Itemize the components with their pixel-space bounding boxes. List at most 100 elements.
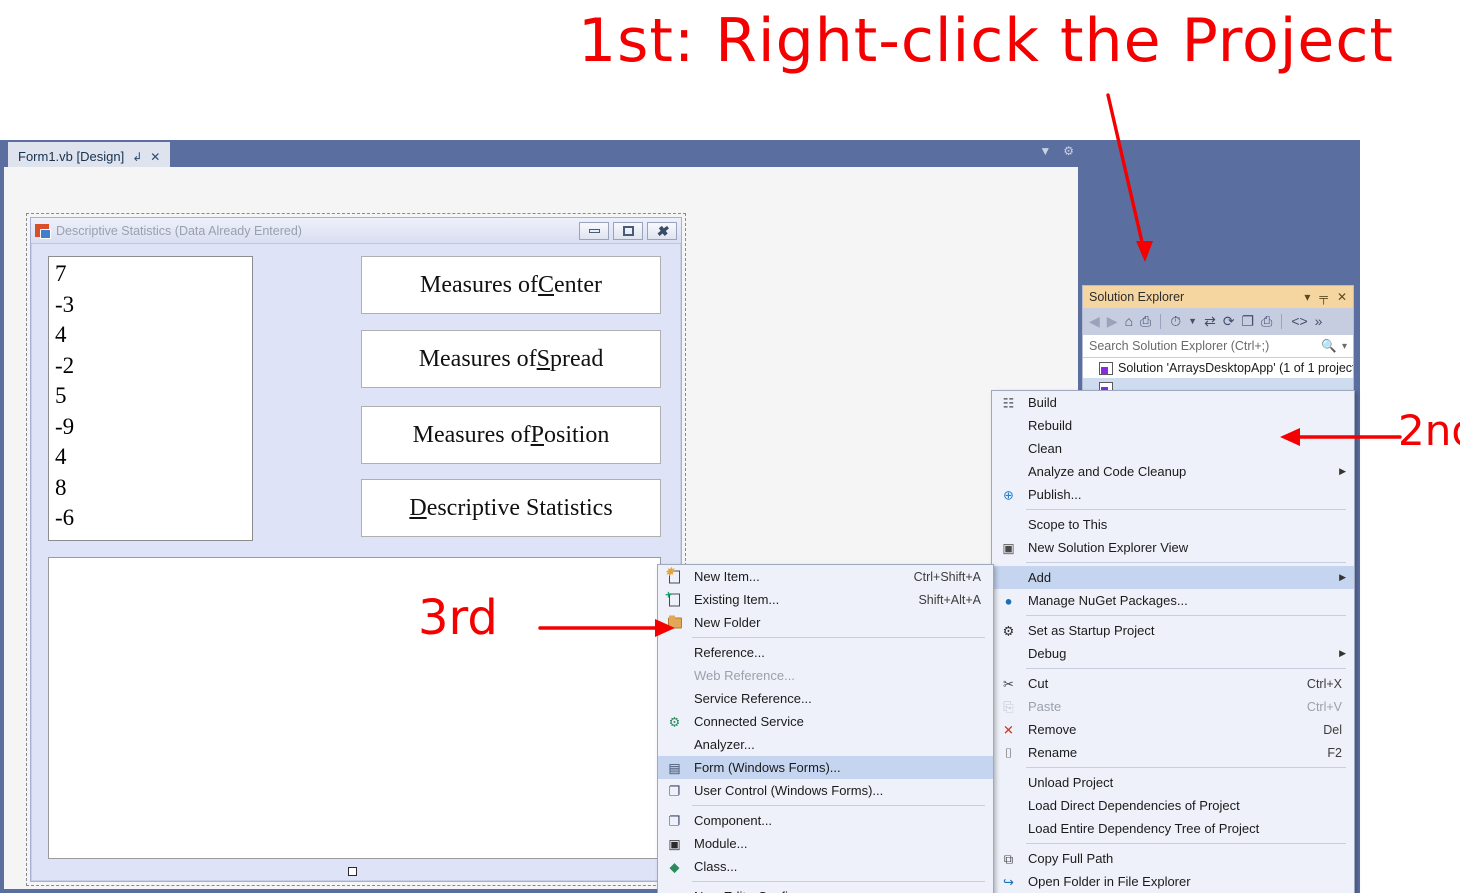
tree-item-solution[interactable]: Solution 'ArraysDesktopApp' (1 of 1 proj…: [1083, 358, 1353, 378]
refresh-icon[interactable]: ⟳: [1223, 313, 1235, 330]
menu-item-existing-item[interactable]: + Existing Item... Shift+Alt+A: [658, 588, 993, 611]
descriptive-statistics-button[interactable]: Descriptive Statistics: [361, 479, 661, 537]
measures-of-position-button[interactable]: Measures of Position: [361, 406, 661, 464]
menu-item-label: Scope to This: [1028, 517, 1108, 532]
menu-item-connected-service[interactable]: ⚙ Connected Service: [658, 710, 993, 733]
listbox-item: 8: [55, 474, 67, 500]
close-icon[interactable]: ✕: [150, 150, 160, 164]
menu-item-label: Set as Startup Project: [1028, 623, 1155, 638]
menu-item-set-as-startup-project[interactable]: ⚙ Set as Startup Project: [992, 619, 1354, 642]
menu-separator: [692, 637, 985, 638]
menu-item-user-control-windows-forms[interactable]: ❐ User Control (Windows Forms)...: [658, 779, 993, 802]
submenu-arrow-icon: ▶: [1339, 648, 1346, 658]
menu-separator: [1026, 767, 1346, 768]
menu-item-remove[interactable]: ✕ Remove Del: [992, 718, 1354, 741]
measures-of-spread-button[interactable]: Measures of Spread: [361, 330, 661, 388]
menu-separator: [1026, 562, 1346, 563]
menu-item-analyze-and-code-cleanup[interactable]: Analyze and Code Cleanup ▶: [992, 460, 1354, 483]
overflow-icon[interactable]: »: [1315, 313, 1323, 329]
menu-item-load-direct-dependencies-of-project[interactable]: Load Direct Dependencies of Project: [992, 794, 1354, 817]
pin-icon[interactable]: ↲: [132, 150, 142, 164]
chevron-down-icon[interactable]: ▾: [1342, 341, 1347, 352]
blank-icon: [1000, 569, 1017, 586]
resize-grip-bottom[interactable]: [348, 867, 357, 876]
menu-item-label: Module...: [694, 836, 748, 851]
menu-item-manage-nuget-packages[interactable]: ● Manage NuGet Packages...: [992, 589, 1354, 612]
menu-item-debug[interactable]: Debug ▶: [992, 642, 1354, 665]
blank-icon: [1000, 463, 1017, 480]
show-all-files-icon[interactable]: <>: [1291, 313, 1307, 329]
menu-item-label: Service Reference...: [694, 691, 812, 706]
menu-item-new-folder[interactable]: New Folder: [658, 611, 993, 634]
menu-item-open-folder-in-file-explorer[interactable]: ↪ Open Folder in File Explorer: [992, 870, 1354, 893]
data-listbox[interactable]: 7 -3 4 -2 5 -9 4 8 -6 12: [48, 256, 253, 541]
menu-item-new-solution-explorer-view[interactable]: ▣ New Solution Explorer View: [992, 536, 1354, 559]
sync-with-active-document-icon[interactable]: ⎙: [1140, 313, 1151, 330]
menu-item-label: Reference...: [694, 645, 765, 660]
minimize-button[interactable]: [579, 221, 609, 240]
maximize-button[interactable]: [613, 221, 643, 240]
menu-item-class[interactable]: ◆ Class...: [658, 855, 993, 878]
back-arrow-icon[interactable]: ◀: [1089, 313, 1100, 330]
search-icon[interactable]: 🔍: [1321, 339, 1337, 354]
gear-icon[interactable]: ⚙: [1063, 144, 1074, 158]
blank-icon: [1000, 797, 1017, 814]
menu-item-new-editorconfig[interactable]: ○ New EditorConfig: [658, 885, 993, 893]
tab-strip-controls: ▼ ⚙: [1039, 144, 1074, 158]
menu-item-reference[interactable]: Reference...: [658, 641, 993, 664]
menu-item-component[interactable]: ❐ Component...: [658, 809, 993, 832]
project-context-menu[interactable]: ☷ Build Rebuild Clean Analyze and Code Clean…: [991, 390, 1355, 893]
menu-item-unload-project[interactable]: Unload Project: [992, 771, 1354, 794]
menu-item-form-windows-forms[interactable]: ▤ Form (Windows Forms)...: [658, 756, 993, 779]
menu-item-add[interactable]: Add ▶: [992, 566, 1354, 589]
chevron-down-icon[interactable]: ▼: [1188, 316, 1197, 326]
measures-of-center-button[interactable]: Measures of Center: [361, 256, 661, 314]
module-icon: ▣: [668, 836, 681, 851]
menu-separator: [1026, 509, 1346, 510]
menu-item-publish[interactable]: ⊕ Publish...: [992, 483, 1354, 506]
button-label-suffix: escriptive Statistics: [426, 494, 613, 521]
menu-item-label: New Solution Explorer View: [1028, 540, 1189, 555]
search-solution-explorer-input[interactable]: Search Solution Explorer (Ctrl+;) 🔍 ▾: [1083, 334, 1353, 358]
home-icon[interactable]: ⌂: [1125, 313, 1133, 329]
menu-item-build[interactable]: ☷ Build: [992, 391, 1354, 414]
menu-item-copy-full-path[interactable]: ⧉ Copy Full Path: [992, 847, 1354, 870]
menu-item-shortcut: Ctrl+V: [1306, 699, 1342, 714]
chevron-down-icon[interactable]: ▾: [1304, 290, 1310, 304]
menu-item-label: Component...: [694, 813, 773, 828]
rename-icon: ⌷: [1004, 745, 1013, 760]
menu-item-rename[interactable]: ⌷ Rename F2: [992, 741, 1354, 764]
close-icon[interactable]: ✕: [1337, 290, 1347, 304]
menu-item-label: Web Reference...: [694, 668, 795, 683]
menu-item-paste: ⎘ Paste Ctrl+V: [992, 695, 1354, 718]
pin-icon[interactable]: ╤: [1319, 290, 1328, 304]
listbox-item: -6: [55, 505, 75, 530]
menu-item-clean[interactable]: Clean: [992, 437, 1354, 460]
menu-item-label: Manage NuGet Packages...: [1028, 593, 1188, 608]
collapse-expand-icon[interactable]: ⇄: [1204, 313, 1216, 330]
add-submenu[interactable]: ✸ New Item... Ctrl+Shift+A + Existing Item..…: [657, 564, 994, 893]
menu-item-load-entire-dependency-tree-of-project[interactable]: Load Entire Dependency Tree of Project: [992, 817, 1354, 840]
connected-service-icon: ⚙: [668, 714, 681, 729]
tab-form1-design[interactable]: Form1.vb [Design] ↲ ✕: [8, 142, 171, 167]
forward-arrow-icon[interactable]: ▶: [1107, 313, 1118, 330]
menu-item-analyzer[interactable]: Analyzer...: [658, 733, 993, 756]
close-button[interactable]: ✖: [647, 221, 677, 240]
menu-item-module[interactable]: ▣ Module...: [658, 832, 993, 855]
pending-changes-filter-icon[interactable]: ⏱: [1170, 313, 1181, 330]
winform-caption: Descriptive Statistics (Data Already Ent…: [56, 223, 302, 238]
menu-item-cut[interactable]: ✂ Cut Ctrl+X: [992, 672, 1354, 695]
menu-item-label: Paste: [1028, 699, 1062, 714]
menu-item-new-item[interactable]: ✸ New Item... Ctrl+Shift+A: [658, 565, 993, 588]
menu-item-scope-to-this[interactable]: Scope to This: [992, 513, 1354, 536]
collapse-all-icon[interactable]: ❐: [1242, 313, 1255, 330]
menu-item-label: User Control (Windows Forms)...: [694, 783, 884, 798]
menu-item-rebuild[interactable]: Rebuild: [992, 414, 1354, 437]
menu-item-service-reference[interactable]: Service Reference...: [658, 687, 993, 710]
menu-separator: [1026, 668, 1346, 669]
button-accelerator: P: [530, 421, 544, 448]
results-output-panel[interactable]: [48, 557, 661, 859]
chevron-down-icon[interactable]: ▼: [1039, 144, 1051, 158]
blank-icon: [1000, 820, 1017, 837]
properties-window-icon[interactable]: ⎙: [1261, 313, 1272, 330]
